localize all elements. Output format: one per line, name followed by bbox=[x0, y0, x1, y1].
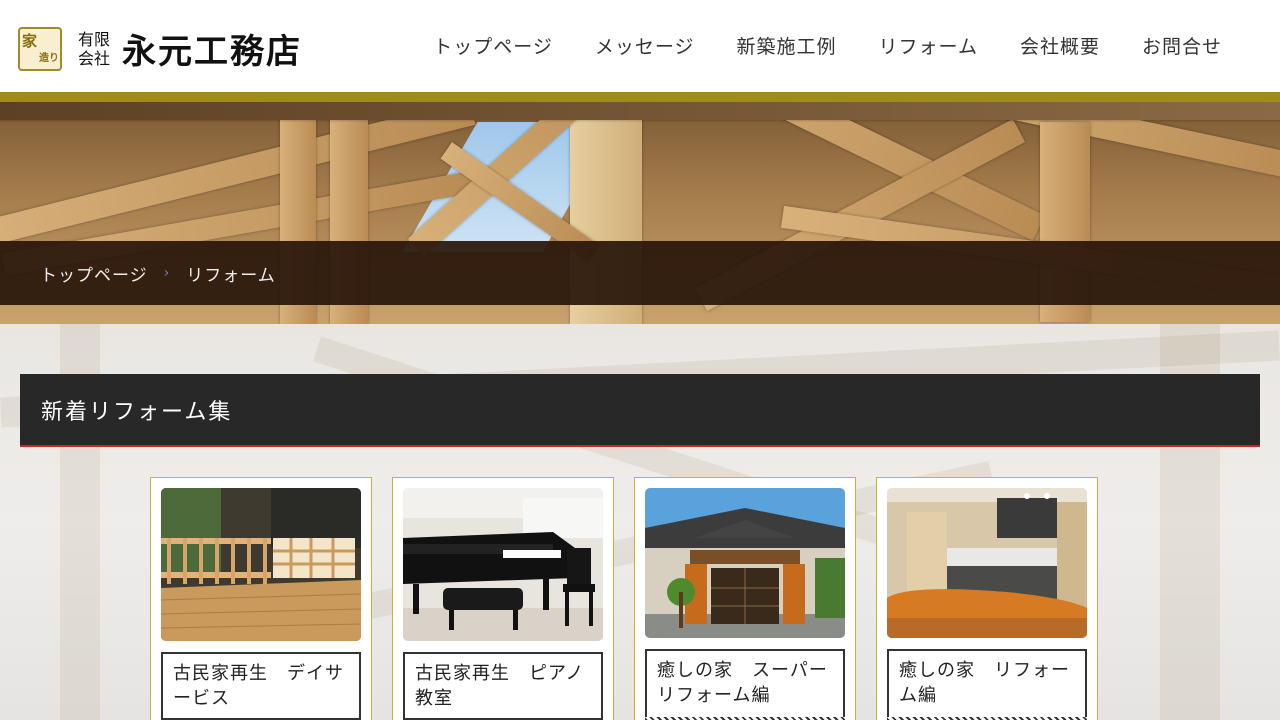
breadcrumb-home-link[interactable]: トップページ bbox=[40, 261, 148, 286]
kitchen-dining-photo bbox=[887, 488, 1087, 638]
nav-item-company[interactable]: 会社概要 bbox=[1020, 32, 1100, 59]
breadcrumb-current: リフォーム bbox=[186, 265, 276, 286]
reform-card-title[interactable]: 古民家再生 デイサービス bbox=[161, 652, 361, 720]
nav-item-new-construction[interactable]: 新築施工例 bbox=[737, 32, 837, 59]
reform-card-title[interactable]: 癒しの家 スーパーリフォーム編 bbox=[645, 649, 845, 719]
traditional-house-photo bbox=[645, 488, 845, 638]
breadcrumb: トップページ › リフォーム bbox=[0, 241, 1280, 305]
reform-card[interactable]: 古民家再生 ピアノ教室 bbox=[392, 477, 614, 720]
nav-item-contact[interactable]: お問合せ bbox=[1142, 32, 1222, 59]
main-nav: トップページ メッセージ 新築施工例 リフォーム 会社概要 お問合せ bbox=[433, 32, 1222, 59]
nav-item-reform[interactable]: リフォーム bbox=[879, 32, 978, 59]
site-logo[interactable]: 家 造り 有限 会社 永元工務店 bbox=[18, 24, 302, 73]
nav-item-top[interactable]: トップページ bbox=[433, 32, 553, 59]
logo-seal-icon: 家 造り bbox=[18, 26, 62, 71]
piano-room-photo bbox=[403, 488, 603, 641]
breadcrumb-separator-icon: › bbox=[163, 265, 171, 281]
logo-company-type: 有限 会社 bbox=[78, 30, 110, 68]
logo-small-line2: 会社 bbox=[78, 48, 111, 68]
logo-company-name: 永元工務店 bbox=[122, 32, 303, 72]
logo-small-line1: 有限 bbox=[78, 29, 111, 49]
header-accent-bar bbox=[0, 92, 1280, 102]
veranda-photo bbox=[161, 488, 361, 641]
reform-card-title[interactable]: 癒しの家 リフォーム編 bbox=[887, 649, 1087, 719]
nav-item-message[interactable]: メッセージ bbox=[595, 32, 695, 59]
reform-card-title[interactable]: 古民家再生 ピアノ教室 bbox=[403, 652, 603, 720]
logo-seal-bottom: 造り bbox=[39, 52, 59, 64]
reform-card[interactable]: 癒しの家 スーパーリフォーム編 bbox=[634, 477, 856, 720]
section-title-new-reforms: 新着リフォーム集 bbox=[20, 374, 1260, 447]
reform-card[interactable]: 癒しの家 リフォーム編 bbox=[876, 477, 1098, 720]
site-header: 家 造り 有限 会社 永元工務店 トップページ メッセージ 新築施工例 リフォー… bbox=[0, 0, 1280, 92]
logo-seal-top: 家 bbox=[22, 31, 38, 50]
reform-card[interactable]: 古民家再生 デイサービス bbox=[150, 477, 372, 720]
